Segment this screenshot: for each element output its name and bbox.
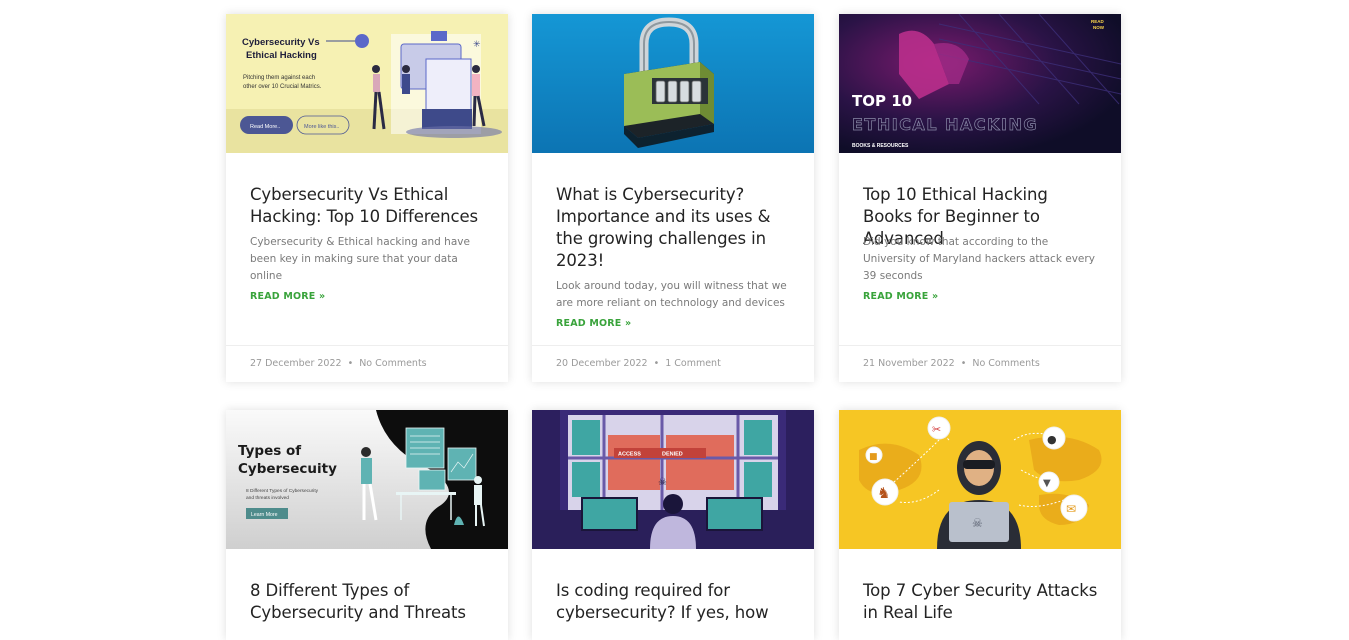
post-card: ☠ ✂ ● ■ ♞ ▼ ✉ Top 7 Cyber Security Attac… <box>839 410 1121 640</box>
meta-separator: • <box>960 358 967 369</box>
post-meta: 21 November 2022 • No Comments <box>839 345 1121 382</box>
thumb-caption: BOOKS & RESOURCES <box>852 143 909 149</box>
thumb-heading: TOP 10 <box>852 92 912 110</box>
post-title[interactable]: Top 7 Cyber Security Attacks in Real Lif… <box>863 580 1098 624</box>
post-thumbnail[interactable]: ACCESS DENIED ☠ <box>532 410 814 549</box>
svg-text:✳: ✳ <box>473 40 481 50</box>
post-title[interactable]: Is coding required for cybersecurity? If… <box>556 580 791 624</box>
post-excerpt: Look around today, you will witness that… <box>556 280 787 309</box>
post-date: 20 December 2022 <box>556 358 648 369</box>
post-thumbnail[interactable]: READ NOW TOP 10 ETHICAL HACKING BOOKS & … <box>839 14 1121 153</box>
thumb-subheading: ETHICAL HACKING <box>852 115 1038 134</box>
post-thumbnail[interactable]: Types of Cybersecuity 8 Different Types … <box>226 410 508 549</box>
thumb-heading-line2: Ethical Hacking <box>246 50 317 61</box>
thumb-sub-line2: and threats involved <box>246 495 289 501</box>
post-comments[interactable]: No Comments <box>972 358 1039 369</box>
post-date: 27 December 2022 <box>250 358 342 369</box>
svg-text:●: ● <box>1047 433 1057 446</box>
svg-text:☠: ☠ <box>658 477 667 488</box>
post-comments[interactable]: No Comments <box>359 358 426 369</box>
thumb-heading-line1: Cybersecurity Vs <box>242 37 320 48</box>
post-card: Cybersecurity Vs Ethical Hacking Pitchin… <box>226 14 508 382</box>
thumb-heading-line1: Types of <box>238 443 301 459</box>
post-thumbnail[interactable]: ☠ ✂ ● ■ ♞ ▼ ✉ <box>839 410 1121 549</box>
thumb-sub-line1: 8 Different Types of Cybersecurity <box>246 488 319 494</box>
post-card: ACCESS DENIED ☠ Is coding required for c… <box>532 410 814 640</box>
meta-separator: • <box>347 358 354 369</box>
thumb-badge-line2: NOW <box>1093 25 1105 30</box>
svg-text:☠: ☠ <box>972 516 983 530</box>
post-excerpt: Cybersecurity & Ethical hacking and have… <box>250 236 470 282</box>
post-card: What is Cybersecurity? Importance and it… <box>532 14 814 382</box>
meta-separator: • <box>653 358 660 369</box>
thumb-sub-line1: Pitching them against each <box>243 75 315 81</box>
post-card: Types of Cybersecuity 8 Different Types … <box>226 410 508 640</box>
thumb-heading-line2: Cybersecuity <box>238 461 337 477</box>
post-card: READ NOW TOP 10 ETHICAL HACKING BOOKS & … <box>839 14 1121 382</box>
thumb-alert-left: ACCESS <box>618 452 641 458</box>
post-title[interactable]: Cybersecurity Vs Ethical Hacking: Top 10… <box>250 184 485 228</box>
read-more-link[interactable]: READ MORE » <box>250 291 325 302</box>
svg-text:■: ■ <box>869 452 878 462</box>
thumb-button: Learn More <box>251 512 278 518</box>
post-comments[interactable]: 1 Comment <box>665 358 721 369</box>
post-excerpt: Did you know that according to the Unive… <box>863 236 1095 282</box>
post-title[interactable]: 8 Different Types of Cybersecurity and T… <box>250 580 485 624</box>
post-title[interactable]: What is Cybersecurity? Importance and it… <box>556 184 791 272</box>
thumb-badge-line1: READ <box>1091 19 1105 24</box>
read-more-link[interactable]: READ MORE » <box>863 291 938 302</box>
thumb-sub-line2: other over 10 Crucial Matrics. <box>243 84 322 90</box>
svg-text:▼: ▼ <box>1043 478 1051 489</box>
svg-text:✉: ✉ <box>1066 502 1076 516</box>
post-thumbnail[interactable] <box>532 14 814 153</box>
post-date: 21 November 2022 <box>863 358 955 369</box>
read-more-link[interactable]: READ MORE » <box>556 318 631 329</box>
post-thumbnail[interactable]: Cybersecurity Vs Ethical Hacking Pitchin… <box>226 14 508 153</box>
thumb-alert-right: DENIED <box>662 452 683 458</box>
thumb-button2: More like this.. <box>304 124 340 130</box>
svg-text:♞: ♞ <box>877 484 890 502</box>
svg-text:✂: ✂ <box>932 423 941 436</box>
post-meta: 20 December 2022 • 1 Comment <box>532 345 814 382</box>
thumb-button1: Read More.. <box>250 124 281 130</box>
post-meta: 27 December 2022 • No Comments <box>226 345 508 382</box>
